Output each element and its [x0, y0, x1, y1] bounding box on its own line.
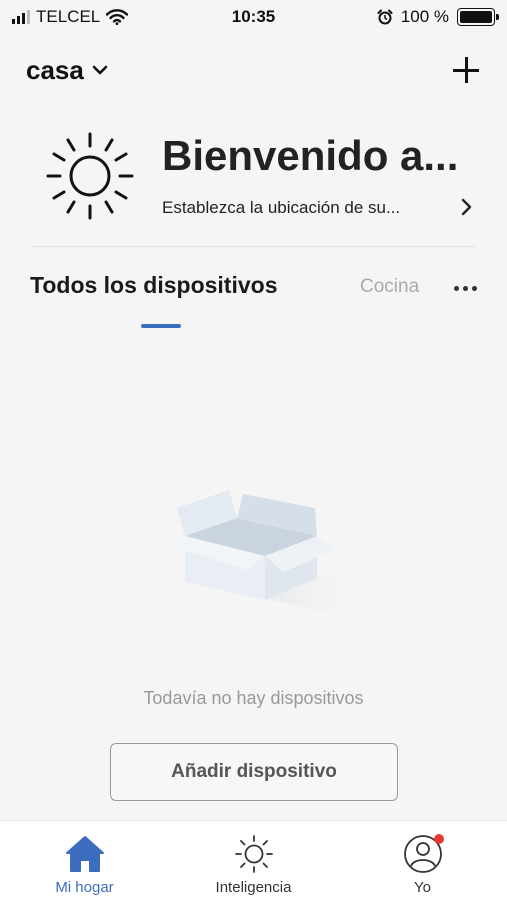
- status-bar: TELCEL 10:35 100 %: [0, 0, 507, 34]
- nav-item-mi-hogar[interactable]: Mi hogar: [0, 821, 169, 900]
- location-link[interactable]: Establezca la ubicación de su...: [162, 198, 400, 218]
- battery-icon: [457, 8, 499, 26]
- home-name: casa: [26, 54, 84, 85]
- battery-fill: [460, 11, 492, 23]
- tab-all-devices[interactable]: Todos los dispositivos: [30, 272, 278, 299]
- chevron-down-icon: [92, 65, 108, 75]
- sun-icon: [46, 132, 134, 220]
- bottom-nav: Mi hogar Inteligencia Yo: [0, 820, 507, 900]
- room-tabs: Todos los dispositivos Cocina: [30, 270, 485, 334]
- welcome-title: Bienvenido a...: [162, 132, 459, 179]
- chevron-right-icon[interactable]: [458, 198, 474, 216]
- status-right: 100 %: [377, 7, 499, 27]
- more-horizontal-icon[interactable]: [450, 282, 481, 295]
- notification-badge: [433, 834, 444, 844]
- nav-label-mi-hogar: Mi hogar: [55, 879, 114, 896]
- add-device-button[interactable]: Añadir dispositivo: [110, 743, 398, 801]
- status-left: TELCEL: [12, 7, 129, 27]
- wifi-icon: [106, 9, 129, 25]
- divider: [32, 246, 476, 247]
- sun-icon: [234, 835, 273, 873]
- tab-indicator: [141, 324, 181, 328]
- home-icon: [65, 836, 104, 872]
- empty-box-illustration: [169, 490, 380, 611]
- battery-label: 100 %: [400, 7, 449, 26]
- profile-icon-wrapper: [402, 833, 444, 875]
- nav-label-inteligencia: Inteligencia: [215, 879, 292, 896]
- carrier-label: TELCEL: [36, 7, 101, 26]
- add-button[interactable]: [451, 55, 481, 85]
- signal-icon: [12, 10, 30, 24]
- empty-state-message: Todavía no hay dispositivos: [143, 688, 364, 708]
- tab-cocina[interactable]: Cocina: [360, 276, 419, 298]
- welcome-card: Bienvenido a... Establezca la ubicación …: [44, 128, 484, 228]
- nav-item-yo[interactable]: Yo: [338, 821, 507, 900]
- nav-item-inteligencia[interactable]: Inteligencia: [169, 821, 338, 900]
- alarm-icon: [377, 9, 393, 25]
- home-selector[interactable]: casa: [26, 55, 108, 86]
- nav-label-yo: Yo: [414, 879, 431, 896]
- header: casa: [0, 48, 507, 92]
